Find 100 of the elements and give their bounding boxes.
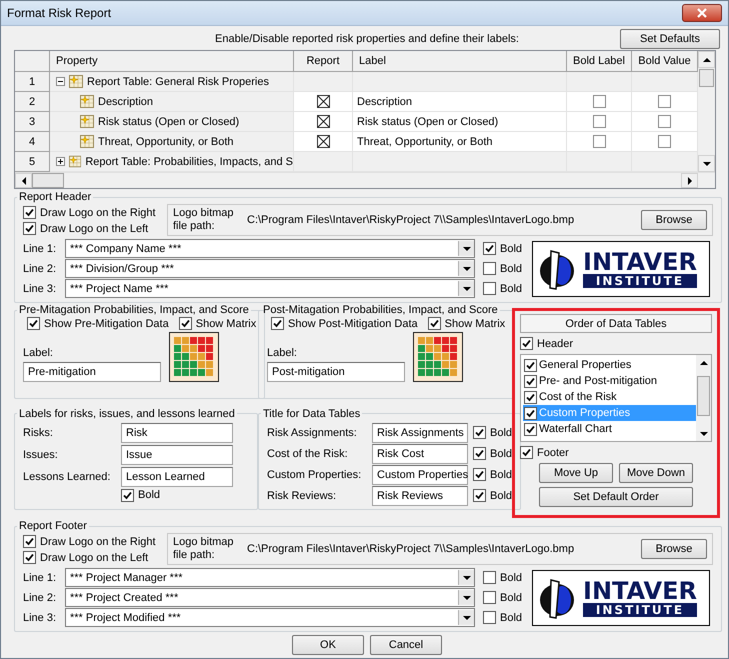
checkbox[interactable] (524, 358, 537, 372)
checkbox[interactable] (27, 317, 40, 330)
scroll-left-button[interactable] (15, 173, 32, 188)
close-button[interactable] (682, 4, 722, 22)
bold-value-checkbox[interactable] (658, 135, 671, 148)
column-header[interactable]: Label (353, 51, 567, 72)
bold-label-checkbox[interactable] (592, 115, 606, 128)
checkbox[interactable] (473, 489, 486, 502)
checkbox[interactable] (483, 611, 496, 624)
caret-icon (462, 266, 470, 270)
label-cell[interactable]: Risk status (Open or Closed) (353, 112, 567, 132)
vertical-scrollbar[interactable] (696, 355, 711, 441)
bold-value-checkbox[interactable] (658, 115, 671, 128)
checkbox[interactable] (23, 206, 36, 219)
field-label: Risk Reviews: (267, 490, 338, 502)
column-header[interactable]: Bold Value (632, 51, 698, 72)
checkbox[interactable] (23, 222, 36, 235)
bold-label-checkbox[interactable] (592, 95, 606, 108)
combo-box[interactable]: *** Project Name *** (65, 279, 475, 298)
file-path: C:\Program Files\Intaver\RiskyProject 7\\Samples\IntaverLogo.bmp (247, 543, 576, 555)
checkbox[interactable] (483, 262, 496, 275)
browse-button[interactable]: Browse (641, 539, 707, 559)
set-default-order-button[interactable]: Set Default Order (539, 487, 693, 507)
column-header[interactable]: Bold Label (567, 51, 632, 72)
checkbox[interactable] (23, 535, 36, 548)
dropdown-button[interactable] (458, 590, 474, 605)
scrollbar-thumb[interactable] (697, 376, 710, 416)
checkbox[interactable] (178, 317, 192, 330)
checkbox[interactable] (483, 242, 496, 255)
checkbox[interactable] (23, 551, 36, 564)
right-arrow-icon (688, 176, 692, 184)
checkbox[interactable] (524, 422, 537, 436)
checkbox[interactable] (473, 426, 486, 439)
bold-value-checkbox[interactable] (658, 95, 671, 108)
browse-button[interactable]: Browse (641, 210, 707, 230)
scrollbar-thumb[interactable] (699, 69, 714, 87)
input-field[interactable]: Post-mitigation (267, 362, 405, 382)
list-item[interactable]: Waterfall Chart (523, 421, 696, 437)
column-header[interactable]: Report (294, 51, 353, 72)
checkbox-label: Bold (500, 262, 522, 274)
combo-box[interactable]: *** Project Manager *** (65, 568, 475, 587)
checkbox[interactable] (473, 447, 486, 460)
scroll-down-button[interactable] (698, 155, 715, 172)
input-field[interactable]: Lesson Learned (121, 466, 233, 486)
caret-icon (462, 576, 470, 580)
combo-box[interactable]: *** Division/Group *** (65, 259, 475, 278)
input-field[interactable]: Risk (121, 422, 233, 442)
column-header[interactable]: Property (50, 51, 294, 72)
list-item[interactable]: Pre- and Post-mitigation (523, 373, 696, 389)
combo-box[interactable]: *** Project Modified *** (65, 608, 475, 627)
input-field[interactable]: Pre-mitigation (23, 362, 161, 382)
input-field[interactable]: Risk Assignments (372, 422, 468, 442)
ok-button[interactable]: OK (292, 635, 364, 655)
label-cell[interactable]: Description (353, 92, 567, 112)
scrollbar-thumb[interactable] (32, 173, 64, 188)
bold-label-checkbox[interactable] (592, 135, 606, 148)
dropdown-button[interactable] (458, 610, 474, 625)
plus-box-icon[interactable] (56, 157, 65, 166)
checkbox[interactable] (524, 390, 537, 404)
dropdown-button[interactable] (458, 241, 474, 256)
move-up-button[interactable]: Move Up (539, 463, 613, 483)
report-checkbox[interactable] (316, 135, 330, 148)
report-checkbox[interactable] (316, 95, 330, 108)
input-field[interactable]: Issue (121, 444, 233, 464)
scroll-right-button[interactable] (681, 173, 698, 188)
property-name: Threat, Opportunity, or Both (98, 136, 234, 148)
move-down-button[interactable]: Move Down (619, 463, 693, 483)
checkbox[interactable] (520, 337, 533, 350)
set-defaults-button[interactable]: Set Defaults (620, 29, 720, 49)
input-field[interactable]: Custom Properties (372, 464, 468, 484)
checkbox[interactable] (520, 446, 533, 459)
dropdown-button[interactable] (458, 261, 474, 276)
input-field[interactable]: Risk Reviews (372, 486, 468, 506)
line-label: Line 3: (23, 612, 58, 624)
risk-matrix-icon (169, 332, 219, 382)
checkbox[interactable] (524, 374, 537, 388)
dropdown-button[interactable] (458, 570, 474, 585)
combo-box[interactable]: *** Project Created *** (65, 588, 475, 607)
row-number: 1 (15, 72, 50, 92)
checkbox[interactable] (121, 488, 134, 502)
dropdown-button[interactable] (458, 281, 474, 296)
minus-box-icon[interactable] (56, 77, 65, 86)
report-checkbox[interactable] (316, 115, 330, 128)
checkbox[interactable] (524, 406, 537, 420)
combo-box[interactable]: *** Company Name *** (65, 239, 475, 258)
checkbox[interactable] (473, 468, 486, 481)
list-item[interactable]: Cost of the Risk (523, 389, 696, 405)
checkbox[interactable] (271, 317, 284, 330)
input-field[interactable]: Risk Cost (372, 444, 468, 464)
scroll-up-button[interactable] (698, 51, 715, 68)
up-arrow-icon (702, 58, 710, 62)
vertical-scrollbar[interactable] (698, 51, 715, 172)
property-name: Report Table: Probabilities, Impacts, and S (85, 156, 293, 168)
checkbox[interactable] (483, 571, 496, 584)
checkbox[interactable] (428, 317, 441, 330)
checkbox[interactable] (483, 591, 496, 604)
cancel-button[interactable]: Cancel (370, 635, 442, 655)
checkbox[interactable] (483, 282, 496, 295)
list-item[interactable]: General Properties (523, 357, 696, 373)
horizontal-scrollbar[interactable] (15, 172, 715, 188)
